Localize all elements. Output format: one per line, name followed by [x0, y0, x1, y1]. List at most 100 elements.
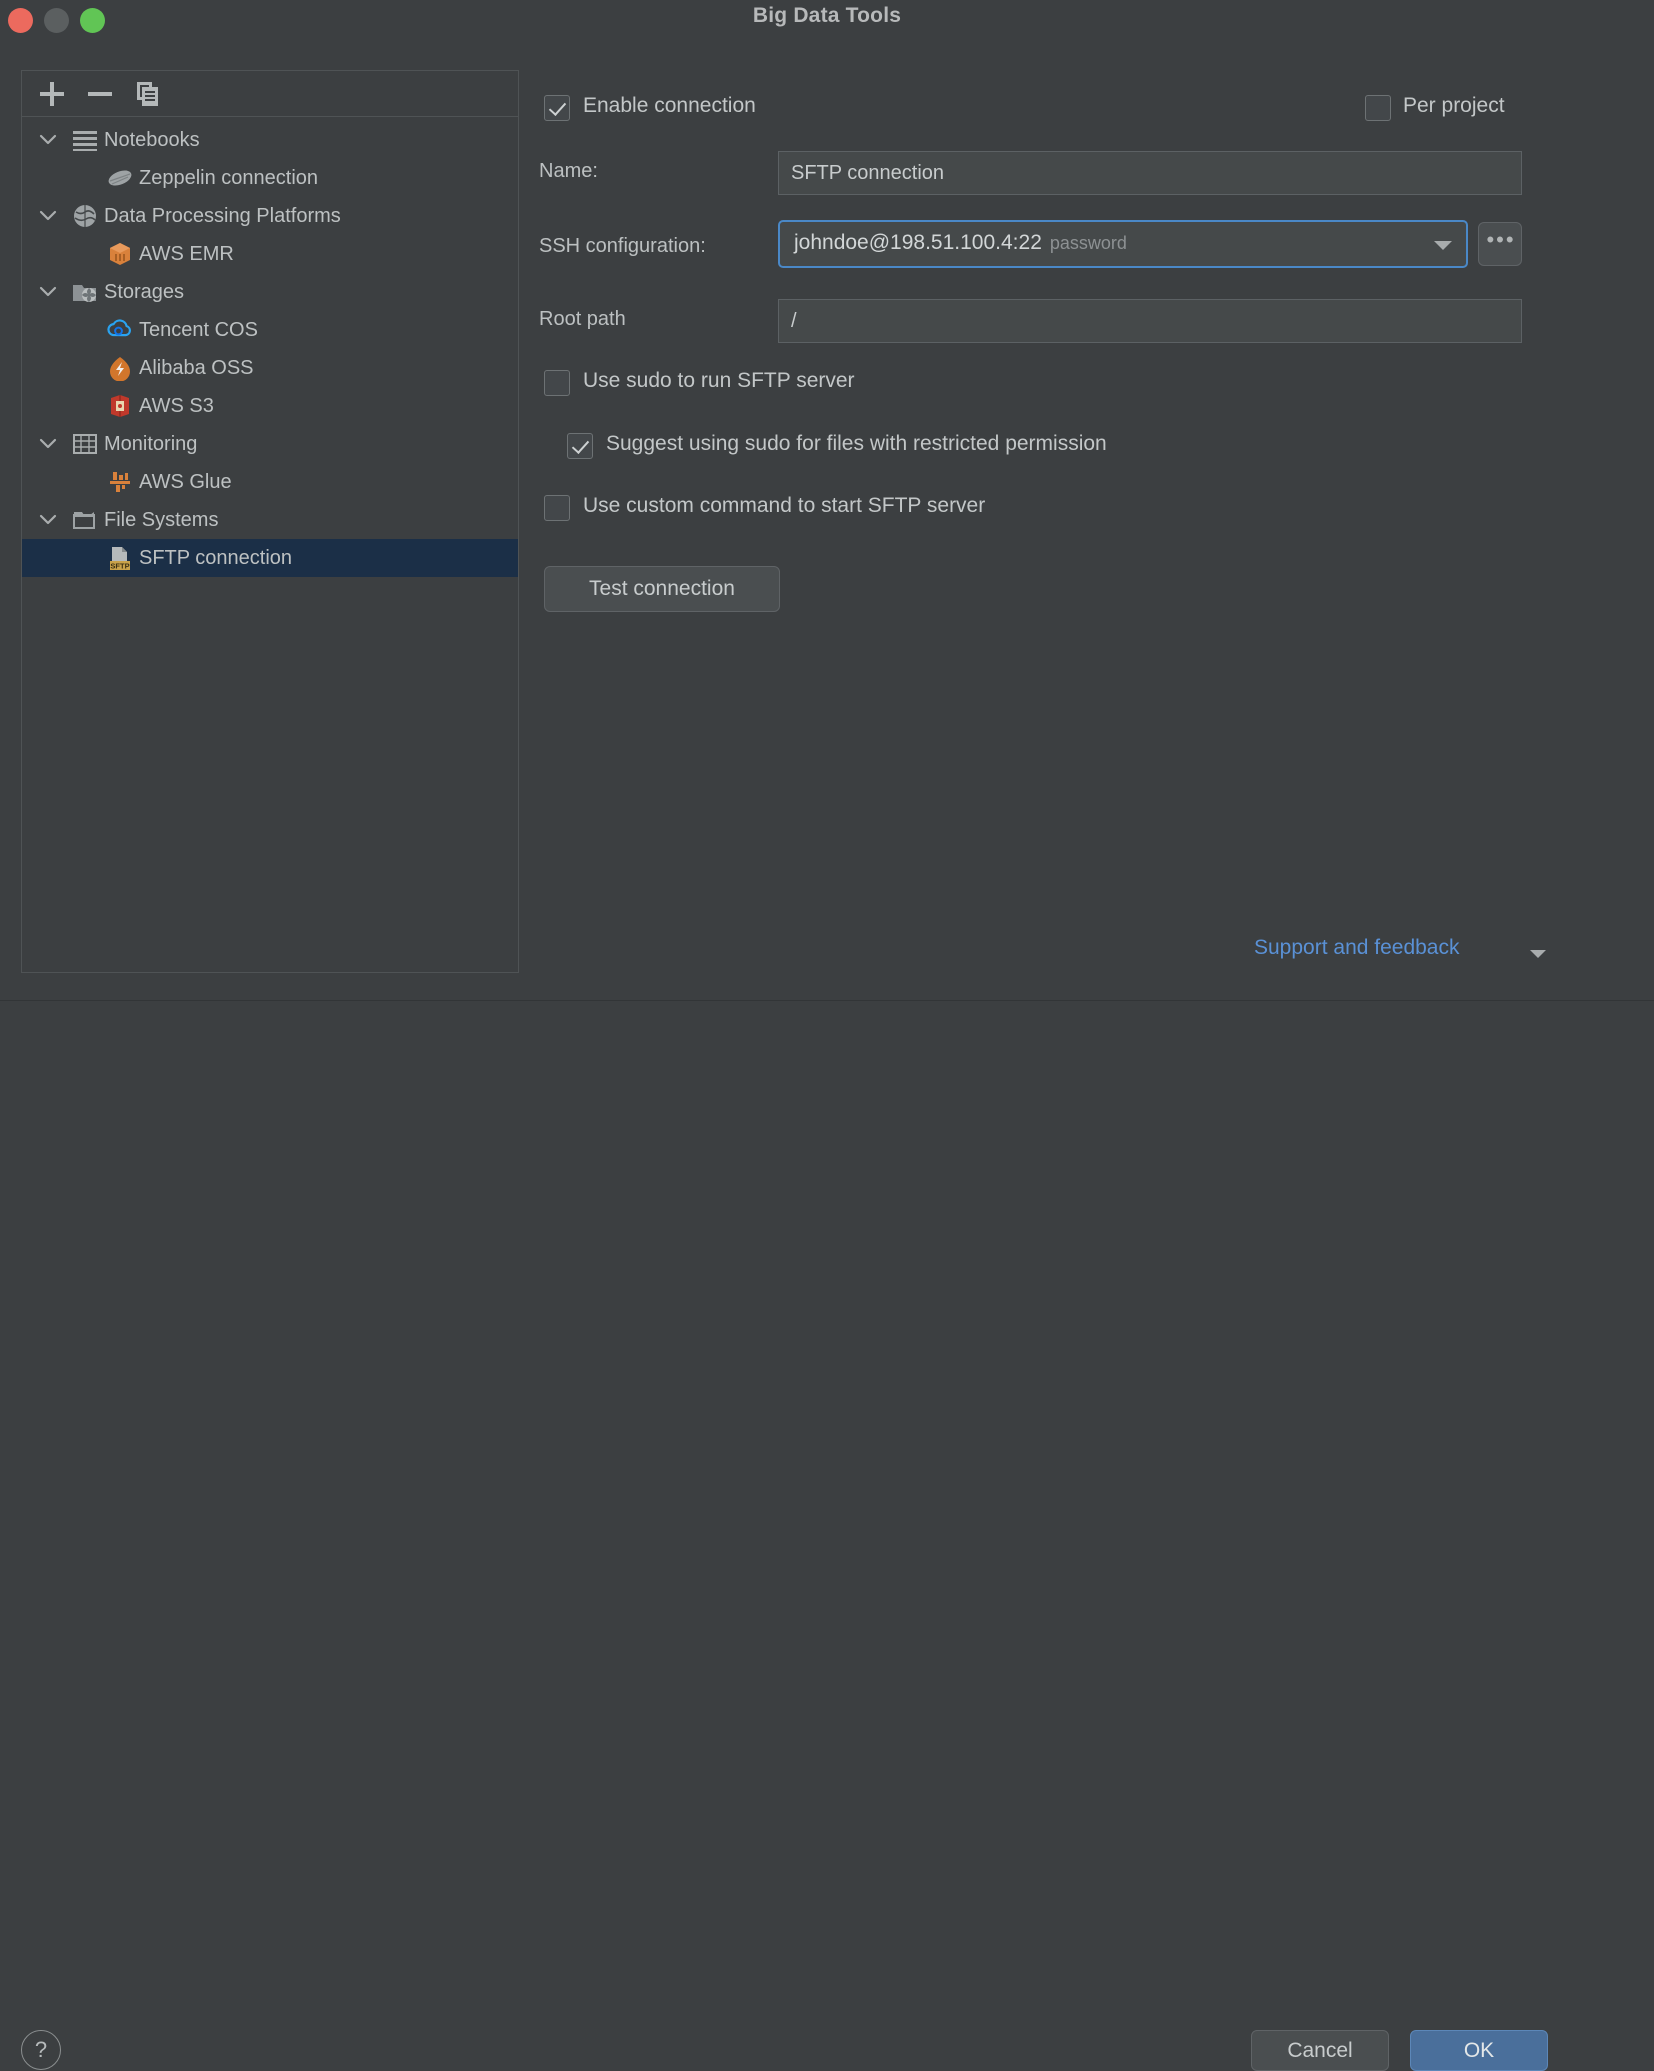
- root-path-input[interactable]: /: [778, 299, 1522, 343]
- tree-item-label: Monitoring: [104, 425, 197, 463]
- use-custom-command-checkbox[interactable]: [544, 495, 570, 521]
- storages-icon: [72, 279, 98, 305]
- ssh-configuration-label: SSH configuration:: [539, 235, 706, 258]
- notebooks-icon: [72, 127, 98, 153]
- dialog-footer: ? Cancel OK: [0, 1001, 1654, 1150]
- tree-item-sftp-connection[interactable]: SFTP SFTP connection: [22, 539, 518, 577]
- monitoring-icon: [72, 431, 98, 457]
- sidebar-toolbar: [22, 71, 518, 117]
- aws-glue-icon: [107, 469, 133, 495]
- globe-icon: [72, 203, 98, 229]
- tree-item-label: Alibaba OSS: [139, 349, 254, 387]
- ssh-configuration-host: johndoe@198.51.100.4:22: [794, 231, 1042, 254]
- tree-item-alibaba-oss[interactable]: Alibaba OSS: [22, 349, 518, 387]
- connections-tree[interactable]: NotebooksZeppelin connectionData Process…: [22, 117, 518, 577]
- globe-icon: [72, 203, 98, 229]
- aws-glue-icon: [107, 469, 133, 495]
- use-custom-command-label: Use custom command to start SFTP server: [583, 494, 985, 518]
- folder-icon: [72, 507, 98, 533]
- tree-item-label: AWS EMR: [139, 235, 234, 273]
- ssh-configuration-select[interactable]: johndoe@198.51.100.4:22 password: [778, 220, 1468, 268]
- per-project-checkbox[interactable]: [1365, 95, 1391, 121]
- support-and-feedback-link[interactable]: Support and feedback: [1254, 936, 1460, 960]
- aws-emr-icon: [107, 241, 133, 267]
- tree-item-tencent-cos[interactable]: Tencent COS: [22, 311, 518, 349]
- monitoring-icon: [72, 431, 98, 457]
- aws-s3-icon: [107, 393, 133, 419]
- connection-settings-panel: Enable connection Per project Name: SFTP…: [537, 78, 1635, 978]
- tree-item-data-processing-platforms[interactable]: Data Processing Platforms: [22, 197, 518, 235]
- test-connection-button[interactable]: Test connection: [544, 566, 780, 612]
- tree-item-label: Zeppelin connection: [139, 159, 318, 197]
- use-sudo-label: Use sudo to run SFTP server: [583, 369, 855, 393]
- tree-item-label: Data Processing Platforms: [104, 197, 341, 235]
- tree-item-label: Storages: [104, 273, 184, 311]
- zeppelin-icon: [107, 165, 133, 191]
- tencent-cos-icon: [107, 317, 133, 343]
- sftp-icon: SFTP: [107, 545, 133, 571]
- alibaba-oss-icon: [107, 355, 133, 381]
- notebooks-icon: [72, 127, 98, 153]
- tree-item-label: AWS Glue: [139, 463, 232, 501]
- suggest-sudo-label: Suggest using sudo for files with restri…: [606, 432, 1107, 456]
- copy-icon: [132, 78, 164, 110]
- chevron-down-icon: [38, 285, 58, 299]
- tree-item-notebooks[interactable]: Notebooks: [22, 121, 518, 159]
- svg-text:SFTP: SFTP: [110, 561, 129, 570]
- tree-item-monitoring[interactable]: Monitoring: [22, 425, 518, 463]
- cancel-button[interactable]: Cancel: [1251, 2030, 1389, 2071]
- enable-connection-checkbox[interactable]: [544, 95, 570, 121]
- tree-expand-toggle[interactable]: [36, 197, 60, 235]
- per-project-label: Per project: [1403, 94, 1505, 118]
- chevron-down-icon: [38, 133, 58, 147]
- folder-icon: [72, 507, 98, 533]
- tree-expand-toggle[interactable]: [36, 273, 60, 311]
- ssh-configuration-auth-hint: password: [1050, 233, 1127, 253]
- tree-item-label: AWS S3: [139, 387, 214, 425]
- zeppelin-icon: [107, 165, 133, 191]
- tree-item-label: Tencent COS: [139, 311, 258, 349]
- tree-item-aws-s3[interactable]: AWS S3: [22, 387, 518, 425]
- aws-s3-icon: [107, 393, 133, 419]
- window-title: Big Data Tools: [0, 4, 1654, 28]
- root-path-label: Root path: [539, 308, 626, 331]
- add-connection-button[interactable]: [36, 78, 68, 110]
- connections-sidebar: NotebooksZeppelin connectionData Process…: [21, 70, 519, 973]
- tree-item-aws-emr[interactable]: AWS EMR: [22, 235, 518, 273]
- ssh-configuration-value: johndoe@198.51.100.4:22 password: [794, 231, 1127, 255]
- ok-button[interactable]: OK: [1410, 2030, 1548, 2071]
- ssh-configuration-browse-button[interactable]: •••: [1478, 222, 1522, 266]
- tree-expand-toggle[interactable]: [36, 425, 60, 463]
- tree-item-file-systems[interactable]: File Systems: [22, 501, 518, 539]
- storages-icon: [72, 279, 98, 305]
- tree-item-label: Notebooks: [104, 121, 200, 159]
- minus-icon: [88, 92, 112, 96]
- chevron-down-icon: [38, 209, 58, 223]
- tree-item-aws-glue[interactable]: AWS Glue: [22, 463, 518, 501]
- tree-expand-toggle[interactable]: [36, 121, 60, 159]
- aws-emr-icon: [107, 241, 133, 267]
- alibaba-oss-icon: [107, 355, 133, 381]
- enable-connection-label: Enable connection: [583, 94, 756, 118]
- suggest-sudo-checkbox[interactable]: [567, 433, 593, 459]
- use-sudo-checkbox[interactable]: [544, 370, 570, 396]
- tree-expand-toggle[interactable]: [36, 501, 60, 539]
- chevron-down-icon[interactable]: [1530, 950, 1546, 958]
- name-input[interactable]: SFTP connection: [778, 151, 1522, 195]
- help-button[interactable]: ?: [21, 2030, 61, 2070]
- tencent-cos-icon: [107, 317, 133, 343]
- tree-item-label: File Systems: [104, 501, 218, 539]
- copy-connection-button[interactable]: [132, 78, 164, 110]
- tree-item-label: SFTP connection: [139, 539, 292, 577]
- tree-item-storages[interactable]: Storages: [22, 273, 518, 311]
- sftp-icon: SFTP: [107, 545, 133, 571]
- ellipsis-icon: •••: [1479, 223, 1523, 267]
- chevron-down-icon: [38, 437, 58, 451]
- tree-item-zeppelin-connection[interactable]: Zeppelin connection: [22, 159, 518, 197]
- title-bar: Big Data Tools: [0, 0, 1654, 42]
- chevron-down-icon: [1434, 241, 1452, 250]
- chevron-down-icon: [38, 513, 58, 527]
- plus-icon-bar: [50, 82, 54, 106]
- name-label: Name:: [539, 160, 598, 183]
- remove-connection-button[interactable]: [84, 78, 116, 110]
